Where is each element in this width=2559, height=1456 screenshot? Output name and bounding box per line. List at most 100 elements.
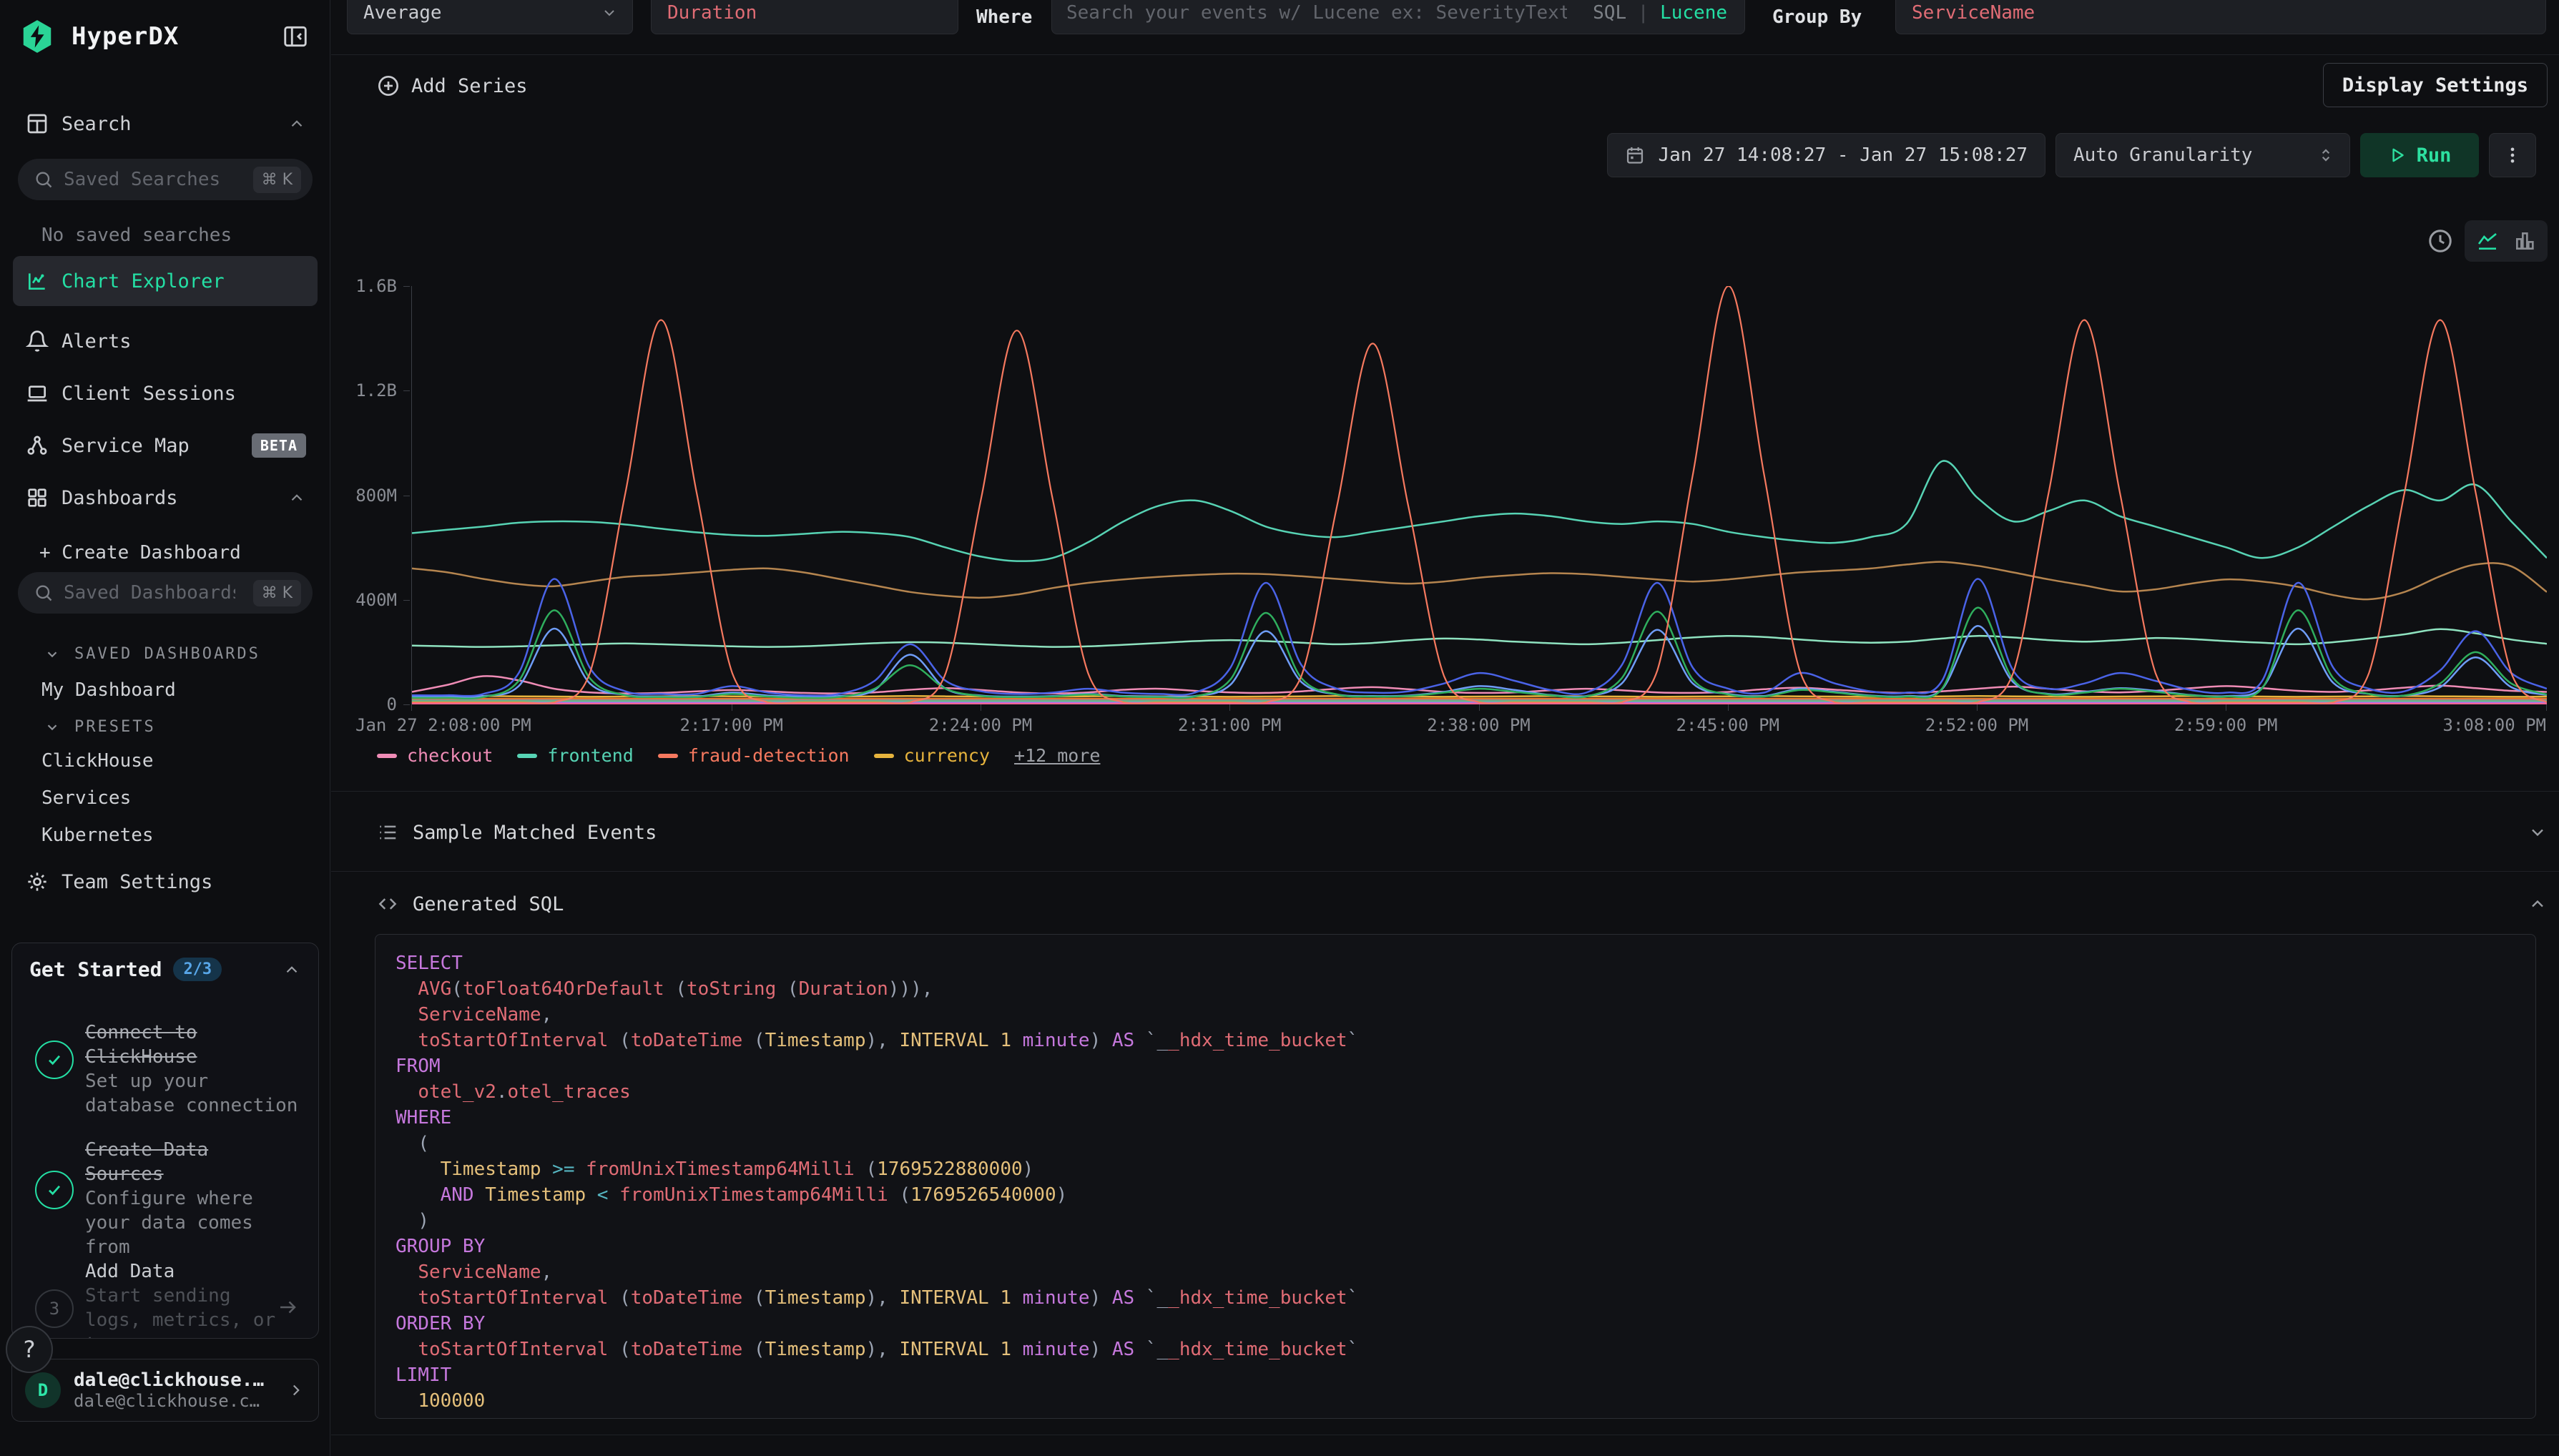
controls-row: Jan 27 14:08:27 - Jan 27 15:08:27 Auto G… [1607,133,2536,177]
chart-type-toggle [2465,220,2548,262]
saved-dashboards-search[interactable]: ⌘ K [18,572,313,614]
chevron-up-icon[interactable] [2528,894,2548,914]
logo-row: HyperDX [21,19,309,54]
y-tick-label: 1.2B [355,380,397,400]
bar-chart-icon[interactable] [2513,230,2536,252]
field-select[interactable]: Duration [651,0,958,34]
sidebar-item-label: Client Sessions [62,383,236,405]
legend-item-currency[interactable]: currency [874,745,990,766]
group-by-label: Group By [1772,0,1862,34]
event-search-input[interactable] [1066,2,1567,24]
y-axis: 0400M800M1.2B1.6B [331,286,410,704]
check-circle-icon [35,1041,74,1079]
sidebar-item-clickhouse[interactable]: ClickHouse [41,750,154,772]
chevron-up-icon[interactable] [288,114,306,133]
saved-dashboards-header[interactable]: SAVED DASHBOARDS [44,645,260,663]
chart-explorer-icon [26,270,49,292]
date-range-value: Jan 27 14:08:27 - Jan 27 15:08:27 [1658,144,2028,166]
get-started-title: Get Started [29,958,162,981]
x-tick-label: 3:08:00 PM [2443,715,2547,735]
aggregation-select[interactable]: Average [347,0,633,34]
divider [331,871,2559,872]
sample-matched-events-section[interactable]: Sample Matched Events [377,811,2548,854]
legend-item-fraud-detection[interactable]: fraud-detection [658,745,850,766]
search-icon [34,169,54,190]
sidebar-item-search[interactable]: Search [26,107,306,140]
group-by-select[interactable]: ServiceName [1895,0,2546,34]
sidebar-item-service-map[interactable]: Service Map BETA [26,429,306,462]
clock-icon[interactable] [2427,228,2453,254]
service-map-icon [26,434,49,457]
more-options-button[interactable] [2489,133,2536,177]
sidebar-item-kubernetes[interactable]: Kubernetes [41,825,154,846]
user-menu[interactable]: D dale@clickhouse.… dale@clickhouse.c… [11,1359,319,1422]
dashboards-icon [26,486,49,509]
sidebar: HyperDX Search ⌘ K No saved searches [0,0,330,1456]
progress-badge: 2/3 [173,958,222,981]
y-tick-label: 400M [355,590,397,610]
sidebar-item-my-dashboard[interactable]: My Dashboard [41,679,176,701]
granularity-select[interactable]: Auto Granularity [2055,133,2350,177]
chevron-up-down-icon [2317,146,2335,164]
sidebar-item-chart-explorer[interactable]: Chart Explorer [13,256,318,306]
series-unlabeled-tan [412,562,2547,599]
help-button[interactable]: ? [6,1326,53,1373]
legend-more-link[interactable]: +12 more [1014,745,1100,766]
presets-header[interactable]: PRESETS [44,718,156,736]
generated-sql-section[interactable]: Generated SQL [377,882,2548,925]
y-tick-label: 0 [387,694,397,714]
sidebar-item-alerts[interactable]: Alerts [26,325,306,358]
sidebar-item-client-sessions[interactable]: Client Sessions [26,377,306,410]
divider [331,791,2559,792]
sidebar-item-label: Dashboards [62,487,178,509]
calendar-icon [1625,145,1645,165]
sidebar-item-team-settings[interactable]: Team Settings [26,865,306,898]
kbd-shortcut: ⌘ K [253,167,301,193]
add-series-button[interactable]: Add Series [377,74,528,97]
chevron-down-icon [601,4,618,21]
main-content: Average Duration Where SQL | Lucene Grou… [331,0,2559,1456]
search-query-box[interactable]: SQL | Lucene [1051,0,1745,34]
sidebar-item-label: Chart Explorer [62,270,225,292]
create-dashboard-button[interactable]: + Create Dashboard [39,542,241,564]
user-email: dale@clickhouse.c… [74,1391,264,1411]
legend-item-frontend[interactable]: frontend [517,745,633,766]
chevron-down-icon[interactable] [2528,822,2548,842]
arrow-right-icon [277,1297,298,1318]
app-root: HyperDX Search ⌘ K No saved searches [0,0,2559,1456]
y-tick-label: 800M [355,486,397,506]
beta-badge: BETA [252,433,306,458]
avatar: D [25,1372,61,1408]
sidebar-item-services[interactable]: Services [41,787,131,809]
display-settings-button[interactable]: Display Settings [2323,63,2548,107]
code-icon [377,893,398,915]
saved-dashboards-input[interactable] [64,582,235,604]
query-language-toggle[interactable]: SQL | Lucene [1593,2,1727,24]
x-tick-label: 2:17:00 PM [680,715,784,735]
list-icon [377,822,398,843]
x-tick-label: 2:24:00 PM [929,715,1033,735]
kbd-shortcut: ⌘ K [253,580,301,606]
sidebar-item-label: Alerts [62,330,132,353]
chevron-up-icon[interactable] [283,960,301,979]
user-name: dale@clickhouse.… [74,1369,264,1391]
generated-sql-code: SELECT AVG(toFloat64OrDefault (toString … [375,934,2536,1419]
sidebar-collapse-icon[interactable] [282,23,309,50]
chart-plot[interactable] [411,286,2546,704]
legend-item-checkout[interactable]: checkout [377,745,493,766]
run-button[interactable]: Run [2360,133,2479,177]
line-chart-icon[interactable] [2476,230,2499,252]
laptop-icon [26,382,49,405]
plus-circle-icon [377,74,400,97]
chevron-down-icon [44,719,60,735]
saved-searches-input[interactable] [64,169,235,190]
gear-icon [26,870,49,893]
search-section-icon [26,112,49,135]
chevron-up-icon[interactable] [288,488,306,507]
granularity-value: Auto Granularity [2073,144,2252,166]
sidebar-item-dashboards[interactable]: Dashboards [26,481,306,514]
date-range-picker[interactable]: Jan 27 14:08:27 - Jan 27 15:08:27 [1607,133,2045,177]
x-tick-label: Jan 27 2:08:00 PM [355,715,531,735]
series-unlabeled-green [412,608,2547,699]
saved-searches-search[interactable]: ⌘ K [18,159,313,200]
